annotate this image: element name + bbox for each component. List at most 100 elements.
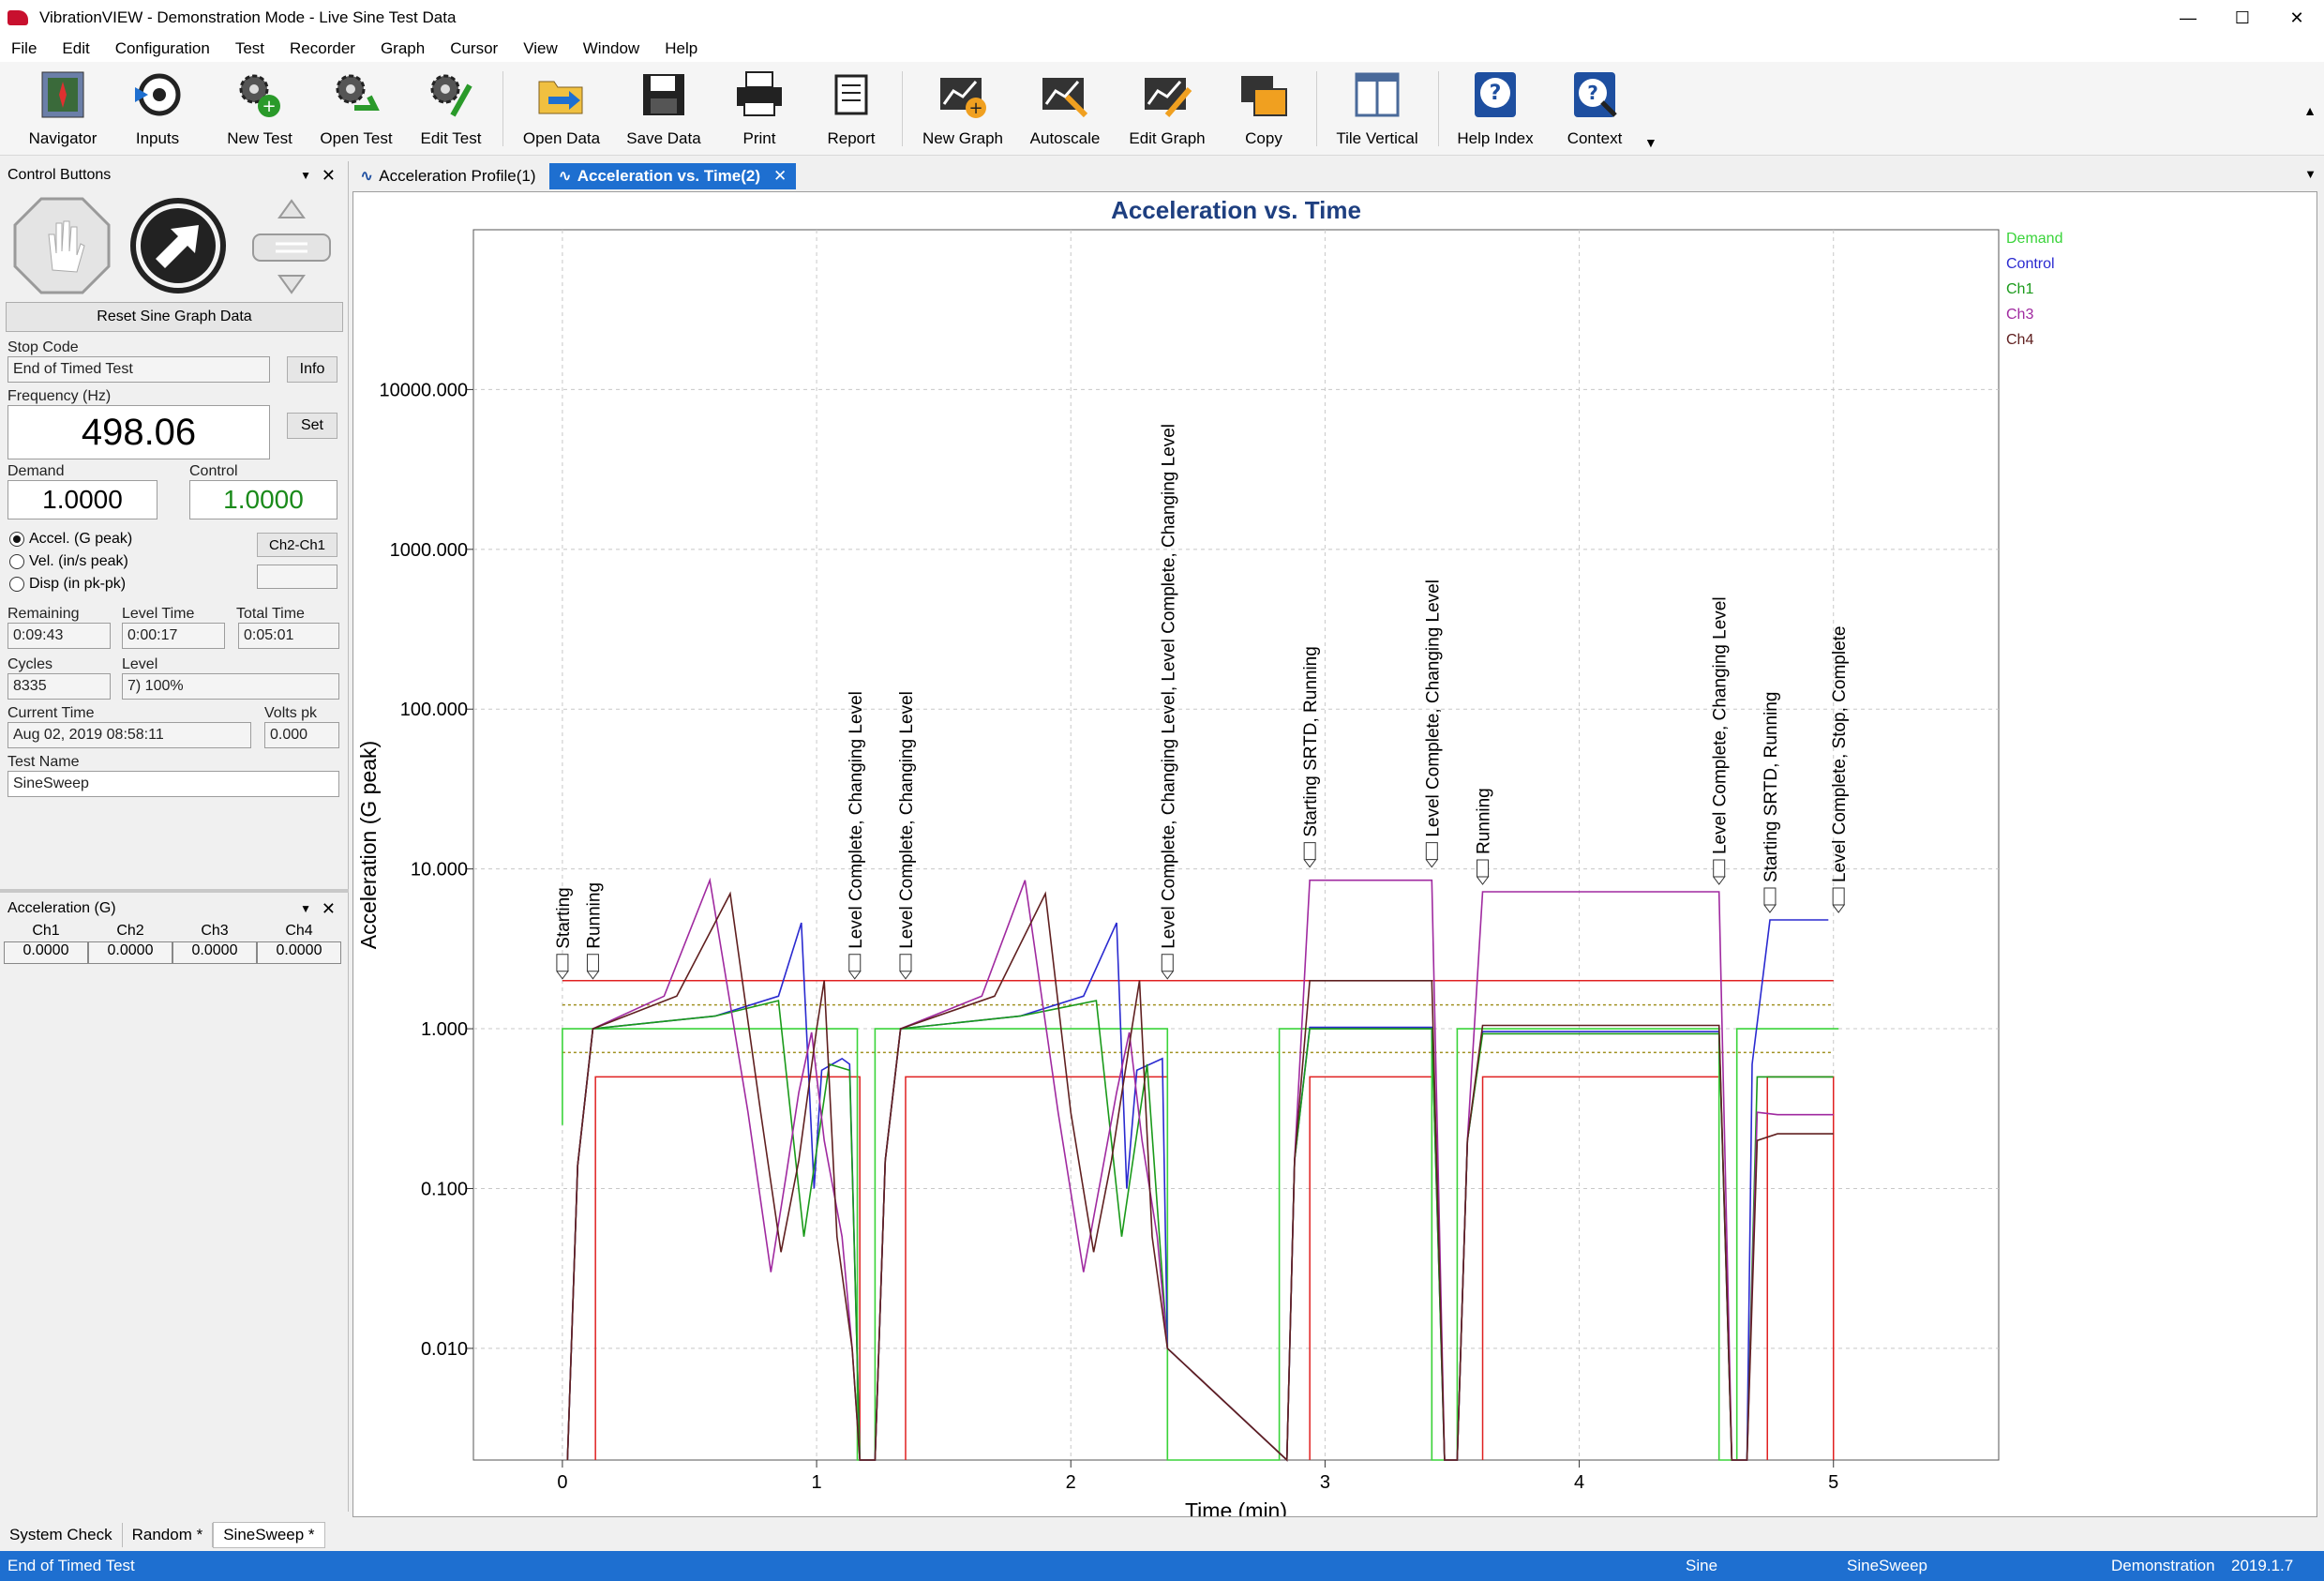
gear-edit-icon [425, 68, 477, 122]
svg-text:?: ? [1587, 82, 1598, 104]
svg-text:?: ? [1490, 82, 1502, 105]
test-name-label: Test Name [7, 754, 80, 770]
accel-table: Ch1 Ch2 Ch3 Ch4 0.0000 0.0000 0.0000 0.0… [4, 923, 341, 964]
edit-test-button[interactable]: Edit Test [399, 68, 502, 148]
info-button[interactable]: Info [287, 356, 337, 383]
toolbar-overflow-icon[interactable]: ▼ [1644, 135, 1657, 150]
toolbar-separator [1438, 71, 1439, 146]
accel-col-header: Ch1 [32, 923, 60, 939]
disp-units-radio[interactable]: Disp (in pk-pk) [9, 576, 126, 593]
tab-close-icon[interactable]: ✕ [773, 167, 787, 186]
save-data-button[interactable]: Save Data [612, 68, 715, 148]
open-test-button[interactable]: Open Test [305, 68, 408, 148]
folder-open-icon [535, 68, 588, 122]
accel-units-radio[interactable]: Accel. (G peak) [9, 531, 132, 548]
new-graph-button[interactable]: + New Graph [911, 68, 1014, 148]
test-tabs: System Check Random * SineSweep * [0, 1521, 2324, 1549]
report-button[interactable]: Report [800, 68, 903, 148]
radio-checked-icon [9, 532, 24, 547]
event-label: Level Complete, Changing Level, Level Co… [1159, 424, 1178, 949]
event-label: Starting SRTD, Running [1762, 692, 1781, 882]
y-tick-label: 10000.000 [379, 380, 468, 400]
volts-pk-label: Volts pk [264, 705, 318, 721]
tab-list-dropdown-icon[interactable]: ▼ [2304, 167, 2317, 181]
menu-file[interactable]: File [11, 39, 37, 58]
menu-configuration[interactable]: Configuration [115, 39, 210, 58]
new-test-button[interactable]: + New Test [208, 68, 311, 148]
graph-tab-icon: ∿ [360, 167, 374, 185]
acceleration-chart[interactable]: Acceleration vs. Time 0 1 2 3 4 5 0.010 0.100 1.0… [353, 192, 2317, 1523]
x-tick-label: 2 [1066, 1472, 1076, 1493]
close-button[interactable]: ✕ [2270, 0, 2324, 36]
tile-vertical-button[interactable]: Tile Vertical [1326, 68, 1429, 148]
set-frequency-button[interactable]: Set [287, 413, 337, 439]
help-icon: ? [1469, 68, 1522, 122]
accel-value-cell: 0.0000 [4, 941, 88, 964]
pin-icon[interactable]: ▼ [300, 902, 311, 915]
ch2-ch1-button[interactable]: Ch2-Ch1 [257, 533, 337, 557]
legend-entry: Control [2006, 256, 2055, 272]
document-tabs: ∿ Acceleration Profile(1) ∿ Acceleration v… [351, 161, 2324, 189]
x-tick-label: 5 [1828, 1472, 1838, 1493]
stop-code-field: End of Timed Test [7, 356, 270, 383]
total-time-field: 0:05:01 [238, 623, 339, 649]
menu-view[interactable]: View [523, 39, 558, 58]
menu-help[interactable]: Help [665, 39, 697, 58]
print-button[interactable]: Print [708, 68, 811, 148]
help-index-button[interactable]: ? Help Index [1444, 68, 1547, 148]
panel-close-icon[interactable]: ✕ [322, 899, 336, 919]
inputs-button[interactable]: Inputs [106, 68, 209, 148]
tab-acceleration-vs-time[interactable]: ∿ Acceleration vs. Time(2) ✕ [548, 163, 797, 189]
demand-label: Demand [7, 463, 65, 479]
toolbar-collapse-icon[interactable]: ▲ [2303, 103, 2317, 118]
tab-random[interactable]: Random * [123, 1523, 214, 1547]
volts-pk-field: 0.000 [264, 722, 339, 748]
context-help-button[interactable]: ? Context [1543, 68, 1646, 148]
event-label: Level Complete, Changing Level [1423, 580, 1443, 837]
floppy-disk-icon [637, 68, 690, 122]
level-adjust-control[interactable] [251, 197, 332, 299]
open-data-button[interactable]: Open Data [510, 68, 613, 148]
panel-close-icon[interactable]: ✕ [322, 166, 336, 186]
level-down-icon [277, 275, 306, 294]
app-logo-icon [7, 10, 28, 25]
menu-cursor[interactable]: Cursor [450, 39, 498, 58]
autoscale-button[interactable]: Autoscale [1013, 68, 1117, 148]
toolbar: Navigator Inputs + New Test Open Test Ed… [0, 62, 2324, 156]
menu-recorder[interactable]: Recorder [290, 39, 355, 58]
menu-window[interactable]: Window [583, 39, 639, 58]
accel-value-cell: 0.0000 [88, 941, 172, 964]
reset-sine-graph-button[interactable]: Reset Sine Graph Data [6, 302, 343, 332]
pin-icon[interactable]: ▼ [300, 169, 311, 182]
menu-test[interactable]: Test [235, 39, 264, 58]
window-title: VibrationVIEW - Demonstration Mode - Liv… [39, 8, 457, 26]
tab-system-check[interactable]: System Check [0, 1523, 123, 1547]
event-label: Level Complete, Changing Level [1711, 596, 1731, 854]
menu-edit[interactable]: Edit [62, 39, 89, 58]
event-label: Running [584, 882, 604, 949]
accel-value-cell: 0.0000 [257, 941, 341, 964]
tab-acceleration-profile[interactable]: ∿ Acceleration Profile(1) [351, 163, 546, 189]
control-display: 1.0000 [189, 480, 337, 519]
event-label: Running [1475, 788, 1494, 854]
run-button[interactable] [129, 197, 227, 299]
maximize-button[interactable]: ☐ [2215, 0, 2270, 36]
event-label: Level Complete, Changing Level [847, 691, 866, 949]
copy-button[interactable]: Copy [1212, 68, 1315, 148]
edit-graph-button[interactable]: Edit Graph [1116, 68, 1219, 148]
cycles-label: Cycles [7, 656, 53, 672]
accel-col-header: Ch4 [285, 923, 313, 939]
panel-splitter[interactable] [0, 889, 349, 893]
tab-sinesweep[interactable]: SineSweep * [213, 1522, 325, 1548]
remaining-label: Remaining [7, 606, 80, 622]
menu-graph[interactable]: Graph [381, 39, 425, 58]
navigator-button[interactable]: Navigator [11, 68, 114, 148]
y-tick-label: 0.010 [421, 1339, 468, 1360]
current-time-field: Aug 02, 2019 08:58:11 [7, 722, 251, 748]
stop-button[interactable] [13, 197, 111, 299]
tile-vertical-icon [1351, 68, 1403, 122]
minimize-button[interactable]: — [2161, 0, 2215, 36]
vel-units-radio[interactable]: Vel. (in/s peak) [9, 553, 128, 570]
gear-open-icon [330, 68, 382, 122]
y-axis-label: Acceleration (G peak) [356, 741, 381, 949]
